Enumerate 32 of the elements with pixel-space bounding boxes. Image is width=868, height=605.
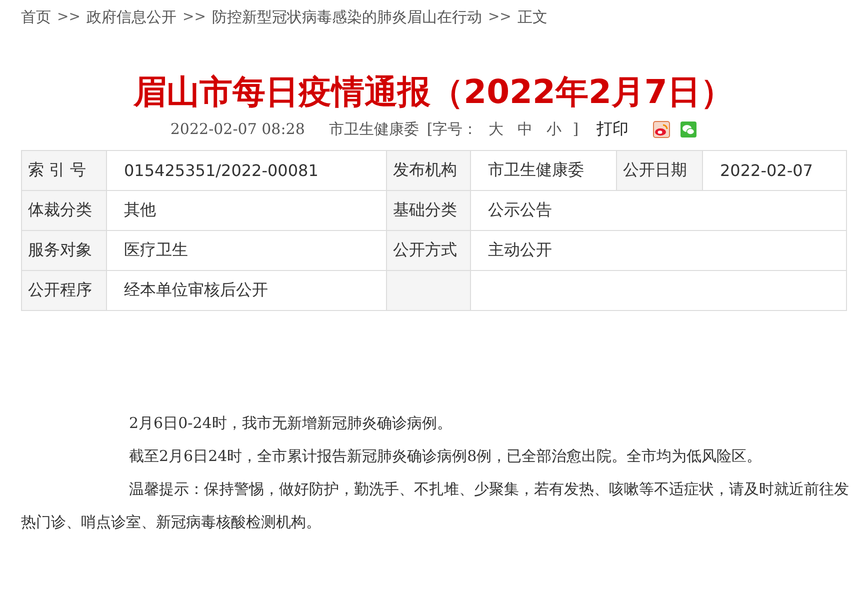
breadcrumb-link[interactable]: 政府信息公开	[86, 8, 176, 26]
field-label-cell: 服务对象	[22, 231, 107, 271]
field-value-cell: 2022-02-07	[703, 151, 847, 191]
article-title: 眉山市每日疫情通报（2022年2月7日）	[132, 72, 734, 112]
breadcrumb-link[interactable]: 防控新型冠状病毒感染的肺炎眉山在行动	[212, 8, 482, 26]
font-size-label: [字号：	[426, 120, 478, 138]
font-size-link[interactable]: 中	[518, 120, 533, 138]
breadcrumb-link[interactable]: 正文	[517, 8, 548, 26]
font-size-link[interactable]: 小	[546, 120, 562, 138]
field-label-cell: 索 引 号	[22, 151, 107, 191]
breadcrumb-separator: >>	[488, 9, 512, 25]
print-link[interactable]: 打印	[596, 118, 629, 140]
publish-datetime: 2022-02-07 08:28	[170, 120, 305, 138]
body-paragraph: 截至2月6日24时，全市累计报告新冠肺炎确诊病例8例，已全部治愈出院。全市均为低风险区。	[128, 446, 763, 467]
field-label-cell: 公开日期	[617, 151, 703, 191]
source-text: 市卫生健康委	[328, 120, 419, 138]
breadcrumb-link[interactable]: 首页	[21, 8, 51, 26]
font-size-link[interactable]: 大	[488, 120, 504, 138]
body-paragraph: 2月6日0-24时，我市无新增新冠肺炎确诊病例。	[128, 413, 453, 434]
field-label-cell: 体裁分类	[22, 191, 107, 231]
field-value-cell: 公示公告	[471, 191, 847, 231]
field-label-cell: 基础分类	[387, 191, 471, 231]
field-label-cell: 公开方式	[387, 231, 471, 271]
field-value-cell: 主动公开	[471, 231, 847, 271]
wechat-share-icon[interactable]	[680, 120, 697, 138]
body-paragraph: 温馨提示：保持警惕，做好防护，勤洗手、不扎堆、少聚集，若有发热、咳嗽等不适症状，请及时就近前往发热门诊、哨点诊室、新冠病毒核酸检测机构。	[21, 479, 850, 533]
weibo-share-icon[interactable]	[652, 120, 670, 138]
field-label-cell: 发布机构	[387, 151, 471, 191]
bracket-text: ]	[572, 120, 579, 138]
breadcrumb-separator: >>	[57, 9, 80, 25]
breadcrumb-separator: >>	[182, 9, 206, 25]
field-label-cell: 公开程序	[22, 271, 107, 311]
